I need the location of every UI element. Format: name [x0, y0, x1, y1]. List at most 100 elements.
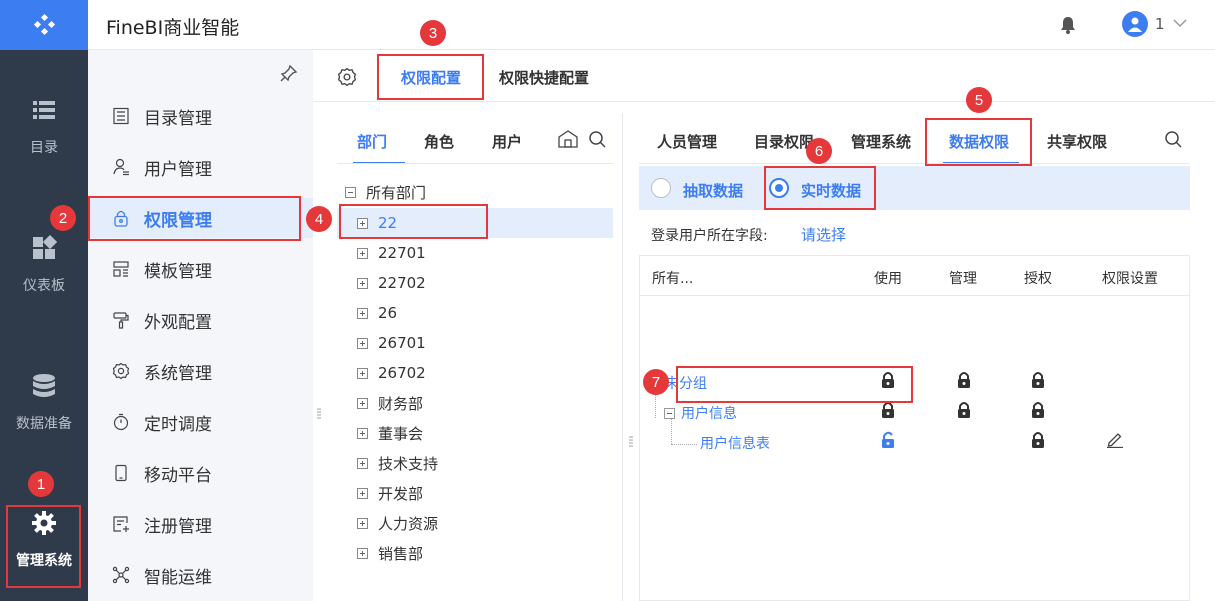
- bell-icon[interactable]: [1060, 16, 1076, 34]
- tree-item[interactable]: 22702: [345, 268, 613, 298]
- login-field-label: 登录用户所在字段:: [651, 228, 768, 244]
- search-icon[interactable]: [1164, 130, 1183, 149]
- expand-icon[interactable]: [357, 427, 368, 439]
- col-manage: 管理: [949, 271, 977, 287]
- col-all: 所有...: [652, 271, 694, 287]
- menu-item-mobile[interactable]: 移动平台: [88, 453, 313, 493]
- expand-icon[interactable]: [357, 397, 368, 409]
- annotation-badge: 7: [643, 369, 669, 395]
- tab-role[interactable]: 角色: [424, 131, 454, 152]
- lock-icon[interactable]: [957, 401, 971, 419]
- template-icon: [113, 261, 129, 277]
- pin-icon[interactable]: [280, 64, 298, 82]
- search-icon[interactable]: [588, 130, 607, 149]
- list-icon: [33, 101, 55, 119]
- col-use: 使用: [874, 271, 902, 287]
- paint-roller-icon: [113, 312, 129, 329]
- expand-icon[interactable]: [357, 367, 368, 379]
- tree-item[interactable]: 开发部: [345, 478, 613, 508]
- chevron-down-icon[interactable]: [1172, 17, 1188, 29]
- menu-item-register[interactable]: 注册管理: [88, 504, 313, 544]
- lock-icon[interactable]: [1031, 401, 1045, 419]
- splitter-handle-icon[interactable]: [317, 408, 321, 420]
- tab-share-permission[interactable]: 共享权限: [1047, 131, 1107, 152]
- radio-extract[interactable]: [651, 178, 671, 198]
- expand-icon[interactable]: [357, 307, 368, 319]
- expand-icon[interactable]: [357, 487, 368, 499]
- menu-item-schedule[interactable]: 定时调度: [88, 402, 313, 442]
- tree-item[interactable]: 22701: [345, 238, 613, 268]
- tab-user[interactable]: 用户: [492, 131, 522, 152]
- settings-icon: [112, 362, 130, 380]
- row-name[interactable]: 用户信息表: [700, 433, 770, 453]
- user-icon: [113, 158, 129, 176]
- expand-icon[interactable]: [357, 517, 368, 529]
- rail-label: 目录: [30, 140, 58, 156]
- expand-icon[interactable]: [357, 247, 368, 259]
- rail-label: 仪表板: [23, 278, 65, 294]
- tab-department[interactable]: 部门: [357, 131, 387, 152]
- tab-management-system[interactable]: 管理系统: [851, 131, 911, 152]
- rail-item-data-prep[interactable]: 数据准备: [0, 373, 88, 433]
- tab-personnel-management[interactable]: 人员管理: [657, 131, 717, 152]
- table-header: 所有... 使用 管理 授权 权限设置: [640, 256, 1189, 296]
- lock-icon[interactable]: [881, 401, 895, 419]
- system-menu: 目录管理 用户管理 权限管理 模板管理 外观配置 系统管理 定时调度 移动平台 …: [88, 50, 313, 601]
- lock-icon[interactable]: [957, 371, 971, 389]
- main-panel: 权限配置 权限快捷配置 部门 角色 用户 所有部门 22 22701 22702…: [313, 50, 1215, 601]
- annotation-box-7: [676, 366, 913, 403]
- collapse-icon[interactable]: [345, 186, 356, 198]
- app-logo[interactable]: [0, 0, 88, 50]
- unlock-icon[interactable]: [881, 431, 895, 449]
- permission-panel: 人员管理 目录权限 管理系统 数据权限 共享权限 抽取数据 实时数据 登录用户所…: [639, 113, 1201, 601]
- tree-item[interactable]: 董事会: [345, 418, 613, 448]
- annotation-badge: 6: [806, 138, 832, 164]
- tree-item[interactable]: 26: [345, 298, 613, 328]
- top-bar: FineBI商业智能 1: [88, 0, 1215, 50]
- tree-item[interactable]: 26701: [345, 328, 613, 358]
- edit-icon[interactable]: [1106, 430, 1124, 448]
- collapse-icon[interactable]: [664, 407, 675, 419]
- splitter-handle-icon[interactable]: [629, 436, 633, 448]
- table-row[interactable]: 用户信息表: [640, 426, 1189, 456]
- menu-item-system[interactable]: 系统管理: [88, 351, 313, 391]
- expand-icon[interactable]: [357, 337, 368, 349]
- catalog-icon: [113, 107, 129, 125]
- tab-quick-permission-config[interactable]: 权限快捷配置: [499, 67, 589, 88]
- tab-divider: [639, 163, 1190, 164]
- rail-label: 数据准备: [16, 416, 72, 432]
- tree-item[interactable]: 技术支持: [345, 448, 613, 478]
- radio-extract-label[interactable]: 抽取数据: [683, 180, 743, 201]
- menu-item-label: 注册管理: [144, 516, 212, 537]
- expand-icon[interactable]: [357, 457, 368, 469]
- annotation-badge: 4: [306, 206, 332, 232]
- tree-item[interactable]: 人力资源: [345, 508, 613, 538]
- settings-icon[interactable]: [337, 67, 357, 87]
- tree-item[interactable]: 26702: [345, 358, 613, 388]
- tree-item[interactable]: 销售部: [345, 538, 613, 568]
- mobile-icon: [115, 464, 127, 482]
- menu-item-catalog[interactable]: 目录管理: [88, 96, 313, 136]
- rail-item-dashboard[interactable]: 仪表板: [0, 235, 88, 295]
- select-field-link[interactable]: 请选择: [801, 224, 846, 245]
- register-icon: [113, 516, 129, 532]
- tree-root[interactable]: 所有部门: [345, 177, 613, 207]
- menu-item-ops[interactable]: 智能运维: [88, 555, 313, 595]
- org-building-icon[interactable]: [557, 129, 579, 149]
- annotation-box-3: [377, 54, 484, 100]
- user-number[interactable]: 1: [1155, 15, 1165, 33]
- rail-item-catalog[interactable]: 目录: [0, 97, 88, 157]
- expand-icon[interactable]: [357, 547, 368, 559]
- avatar[interactable]: [1122, 11, 1148, 37]
- lock-icon[interactable]: [1031, 431, 1045, 449]
- menu-item-templates[interactable]: 模板管理: [88, 249, 313, 289]
- menu-item-users[interactable]: 用户管理: [88, 147, 313, 187]
- annotation-box-5: [925, 118, 1032, 166]
- expand-icon[interactable]: [357, 277, 368, 289]
- network-icon: [112, 566, 130, 584]
- row-name[interactable]: 用户信息: [681, 403, 737, 423]
- tree-item[interactable]: 财务部: [345, 388, 613, 418]
- lock-icon[interactable]: [1031, 371, 1045, 389]
- menu-item-appearance[interactable]: 外观配置: [88, 300, 313, 340]
- tab-catalog-permission[interactable]: 目录权限: [754, 131, 814, 152]
